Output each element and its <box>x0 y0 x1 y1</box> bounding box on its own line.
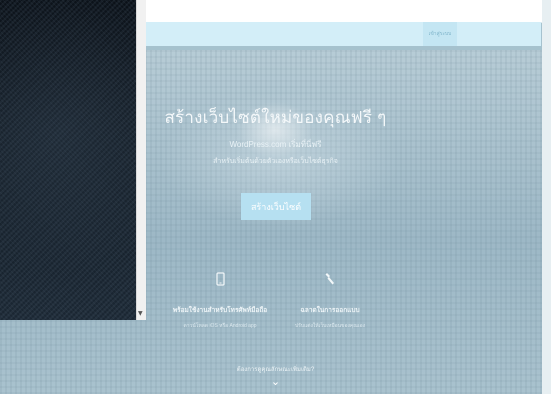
more-features-link[interactable]: ต้องการดูคุณลักษณะเพิ่มเติม? <box>0 364 551 374</box>
create-site-button[interactable]: สร้างเว็บไซต์ <box>241 193 311 220</box>
overlay-scrollbar[interactable] <box>136 0 146 320</box>
wrench-icon <box>275 272 385 290</box>
feature-design: ฉลาดในการออกแบบ ปรับแต่งให้เว็บเหมือนของ… <box>275 272 385 330</box>
browser-toolbar: ⋮ <box>136 0 551 23</box>
feature-mobile: พร้อมใช้งานสำหรับโทรศัพท์มือถือ ดาวน์โหล… <box>165 272 275 330</box>
chevron-down-icon[interactable]: ⌄ <box>0 376 551 387</box>
page-scrollbar[interactable] <box>542 0 551 394</box>
overlay-window-image <box>0 0 136 320</box>
mobile-icon <box>165 272 275 290</box>
signin-button[interactable]: เข้าสู่ระบบ <box>423 22 457 46</box>
feature-mobile-subtitle[interactable]: ดาวน์โหลด iOS หรือ Android app <box>165 322 275 330</box>
feature-design-title: ฉลาดในการออกแบบ <box>300 307 360 314</box>
scroll-down-arrow-icon[interactable]: ▼ <box>138 310 143 317</box>
feature-mobile-title: พร้อมใช้งานสำหรับโทรศัพท์มือถือ <box>172 307 268 314</box>
site-header: เข้าสู่ระบบ <box>136 22 541 46</box>
feature-design-subtitle: ปรับแต่งให้เว็บเหมือนของคุณเอง <box>294 323 366 329</box>
